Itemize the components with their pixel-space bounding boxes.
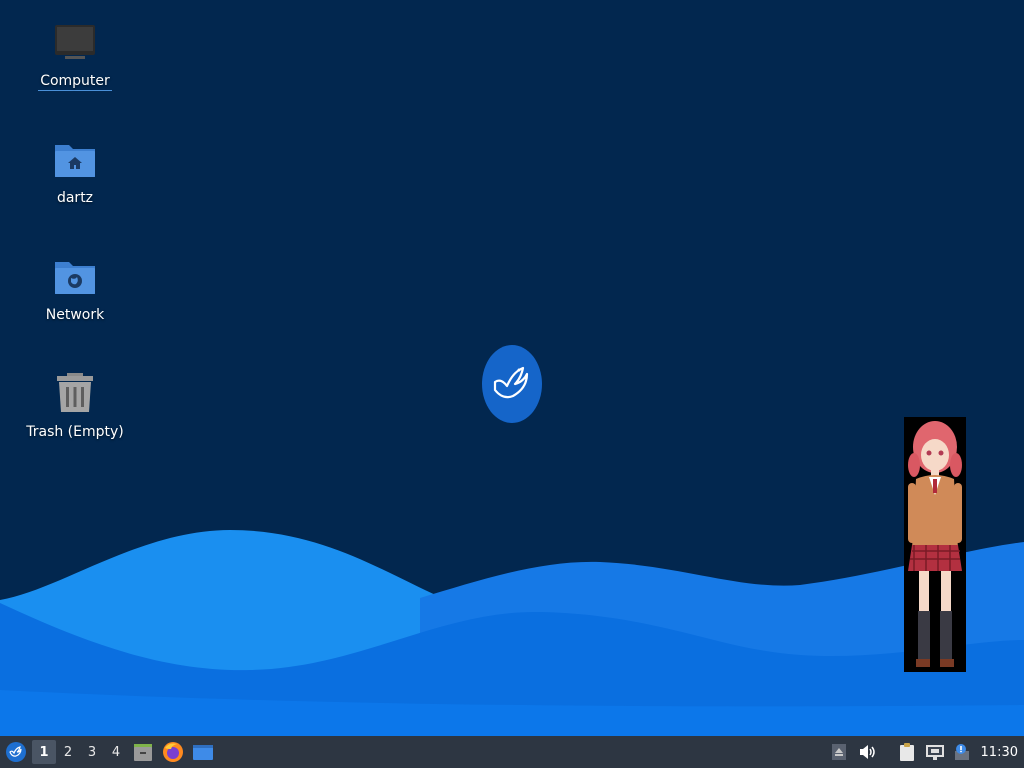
network-folder-icon xyxy=(55,262,95,294)
update-notifier-icon xyxy=(954,744,969,760)
eject-icon xyxy=(831,744,846,760)
clipboard-icon xyxy=(899,743,914,761)
workspace-3[interactable]: 3 xyxy=(80,740,104,764)
panel-clock[interactable]: 11:30 xyxy=(977,745,1024,760)
desktop[interactable]: Computer dartz Network Trash (Empty) xyxy=(0,0,1024,736)
clipboard-manager-button[interactable] xyxy=(893,736,921,768)
distro-logo-icon xyxy=(6,742,26,762)
eject-button[interactable] xyxy=(825,736,853,768)
trash-icon xyxy=(57,373,93,412)
desktop-icon-label: Network xyxy=(45,307,105,323)
workspace-2[interactable]: 2 xyxy=(56,740,80,764)
computer-icon xyxy=(55,25,95,59)
desktop-icon-label: dartz xyxy=(56,190,94,206)
workspace-4[interactable]: 4 xyxy=(104,740,128,764)
show-desktop-button[interactable] xyxy=(188,736,218,768)
file-manager-launcher[interactable] xyxy=(128,736,158,768)
workspace-1[interactable]: 1 xyxy=(32,740,56,764)
start-menu-button[interactable] xyxy=(0,736,32,768)
taskbar: 1 2 3 4 11:30 xyxy=(0,736,1024,768)
desktop-icon-computer[interactable]: Computer xyxy=(20,20,130,91)
volume-icon xyxy=(859,745,875,759)
desktop-icon-label: Computer xyxy=(38,73,112,91)
network-wired-icon xyxy=(925,745,944,760)
firefox-launcher[interactable] xyxy=(158,736,188,768)
network-status-button[interactable] xyxy=(921,736,949,768)
desktop-icon-trash[interactable]: Trash (Empty) xyxy=(20,371,130,441)
desktop-mascot-image xyxy=(904,417,966,672)
desktop-icon-home-folder[interactable]: dartz xyxy=(20,137,130,207)
file-manager-icon xyxy=(134,744,152,761)
update-notifier-button[interactable] xyxy=(949,736,977,768)
firefox-icon xyxy=(163,742,183,762)
home-folder-icon xyxy=(55,145,95,177)
volume-button[interactable] xyxy=(853,736,881,768)
desktop-icon-label: Trash (Empty) xyxy=(26,424,124,440)
show-desktop-icon xyxy=(193,745,213,760)
system-tray: 11:30 xyxy=(825,736,1024,768)
distro-logo-icon xyxy=(482,345,542,423)
desktop-icon-network[interactable]: Network xyxy=(20,254,130,324)
workspace-switcher: 1 2 3 4 xyxy=(32,736,128,768)
